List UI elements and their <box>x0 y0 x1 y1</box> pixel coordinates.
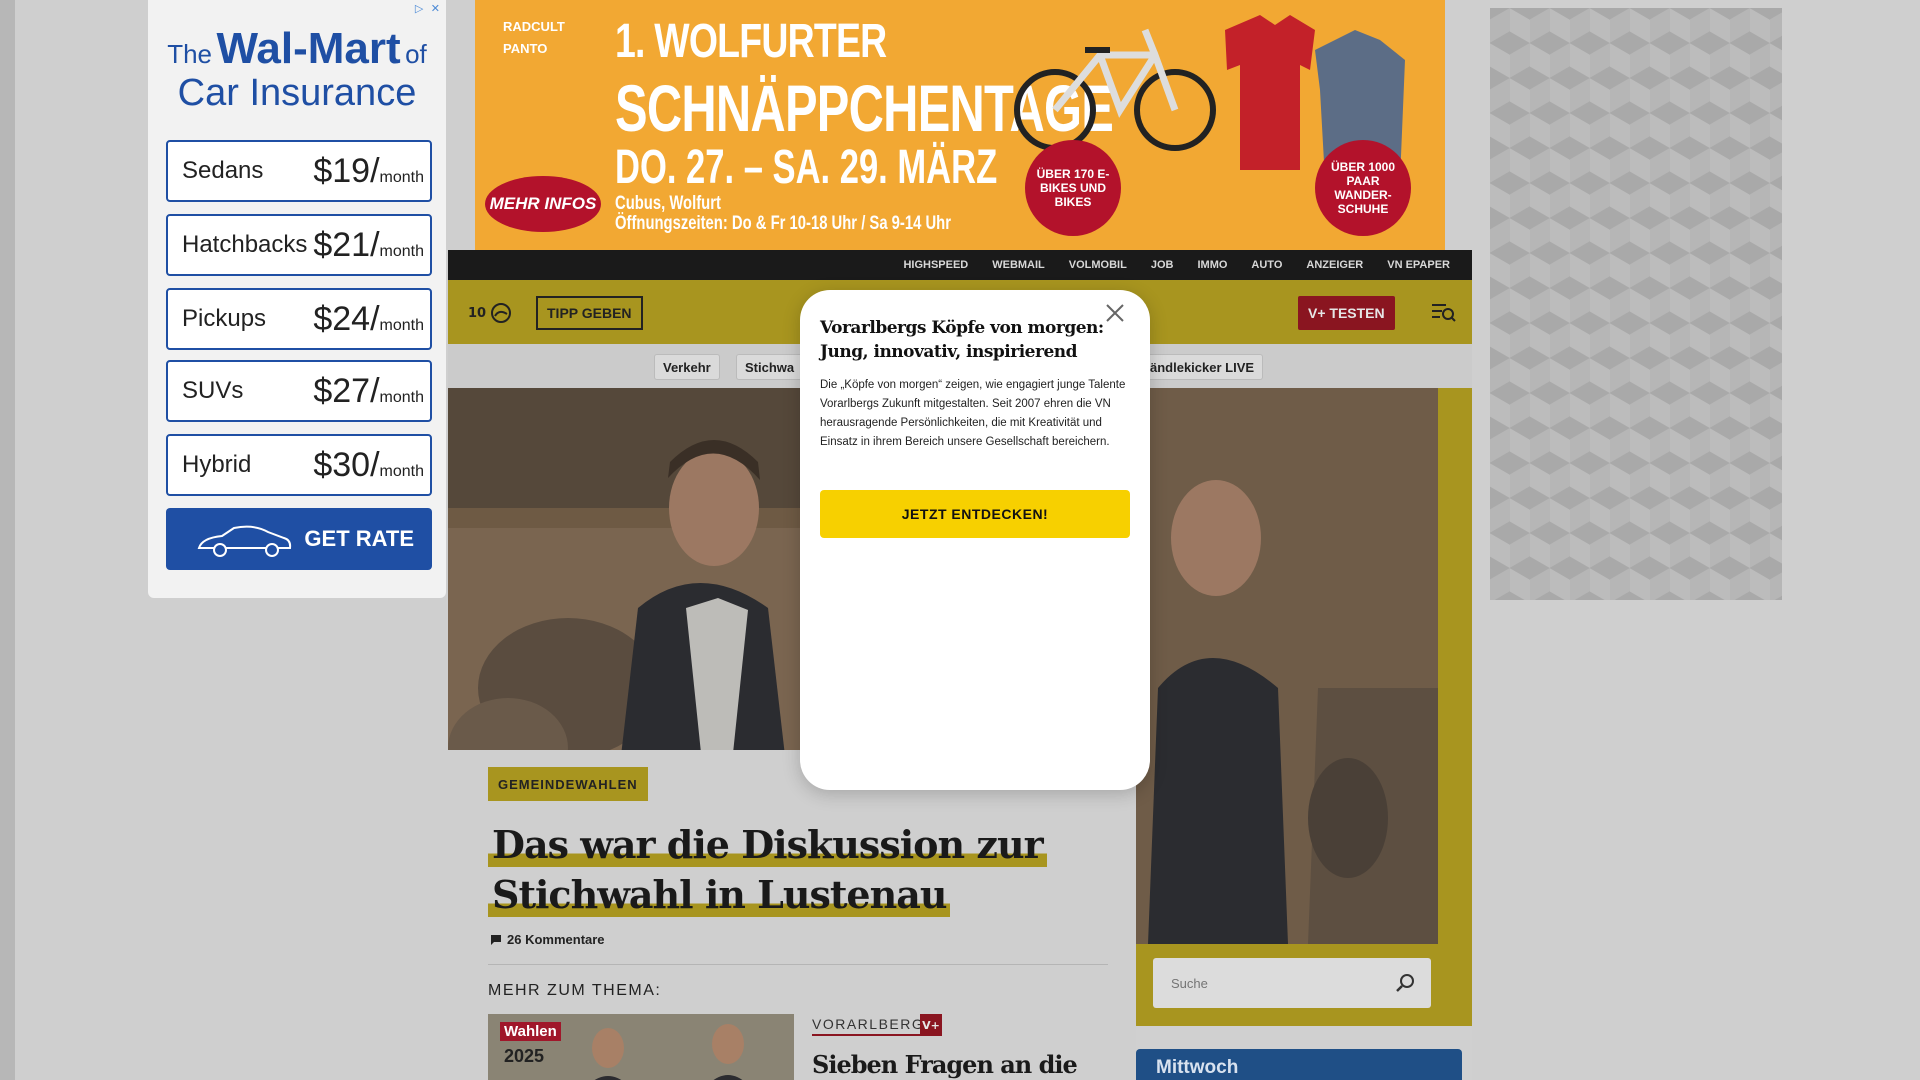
mehr-infos-button[interactable]: MEHR INFOS <box>485 176 601 232</box>
nav-anzeiger[interactable]: ANZEIGER <box>1294 259 1375 271</box>
nav-webmail[interactable]: WEBMAIL <box>980 259 1057 271</box>
vplus-badge: V+ <box>920 1014 942 1036</box>
price-unit: month <box>379 242 424 260</box>
price-unit: month <box>379 316 424 334</box>
weather-icon <box>491 303 512 323</box>
comments-count: 26 Kommentare <box>507 932 605 947</box>
ad-line-3: DO. 27. – SA. 29. MÄRZ <box>615 141 998 194</box>
price-unit: month <box>379 462 424 480</box>
price-row-hatchbacks[interactable]: Hatchbacks $21/month <box>166 214 432 276</box>
menu-search-icon[interactable] <box>1430 300 1456 324</box>
thumb-wahlen-label: Wahlen <box>500 1022 561 1041</box>
ebike-image <box>1014 28 1216 151</box>
weather-temperature: 10 <box>468 305 487 321</box>
ad-headline-pre: The <box>167 39 213 69</box>
nav-immo[interactable]: IMMO <box>1185 259 1239 271</box>
headline-line-1: Das war die Diskussion zur <box>488 822 1047 867</box>
weather-widget[interactable]: 10 <box>468 302 512 324</box>
weather-teaser[interactable]: Mittwoch <box>1136 1049 1462 1080</box>
section-divider <box>488 964 1108 965</box>
price-category: Sedans <box>182 157 264 184</box>
topic-chip-laendlekicker[interactable]: ändlekicker LIVE <box>1141 354 1264 380</box>
ad-badge-shoes: ÜBER 1000 PAAR WANDER-SCHUHE <box>1315 140 1411 236</box>
related-title[interactable]: Sieben Fragen an die <box>812 1050 1078 1079</box>
sidebar-search <box>1153 958 1431 1008</box>
ad-headline-brand: Wal-Mart <box>216 24 401 73</box>
nav-auto[interactable]: AUTO <box>1239 259 1294 271</box>
price-amount: $24/ <box>313 299 380 338</box>
category-tag[interactable]: GEMEINDEWAHLEN <box>488 767 648 801</box>
ad-location-name: Cubus, Wolfurt <box>615 193 721 214</box>
thumb-people-image <box>592 1024 744 1080</box>
modal-title: Vorarlbergs Köpfe von morgen: Jung, inno… <box>820 318 1104 362</box>
ad-brand-logos: RADCULT PANTO <box>503 16 565 60</box>
promo-modal: Vorarlbergs Köpfe von morgen: Jung, inno… <box>800 290 1150 790</box>
article-teaser: GEMEINDEWAHLEN Das war die Diskussion zu… <box>448 750 1136 1080</box>
ad-line-1: 1. WOLFURTER <box>615 15 887 68</box>
price-amount: $21/ <box>313 225 380 264</box>
headline-line-2: Stichwahl in Lustenau <box>488 872 951 917</box>
ad-hours: Öffnungszeiten: Do & Fr 10-18 Uhr / Sa 9… <box>615 213 951 234</box>
right-sidebar-ad[interactable] <box>1490 8 1782 600</box>
ad-headline: The Wal-Mart of Car Insurance <box>148 24 446 115</box>
ad-badge-ebikes: ÜBER 170 E-BIKES UND BIKES <box>1025 140 1121 236</box>
panto-logo: PANTO <box>503 41 548 56</box>
nav-vn-epaper[interactable]: VN EPAPER <box>1375 259 1462 271</box>
topic-chip-verkehr[interactable]: Verkehr <box>654 354 720 380</box>
price-row-hybrid[interactable]: Hybrid $30/month <box>166 434 432 496</box>
price-category: Hatchbacks <box>182 231 308 258</box>
price-amount: $19/ <box>313 151 380 190</box>
top-banner-ad[interactable]: RADCULT PANTO 1. WOLFURTER SCHNÄPPCHENTA… <box>475 0 1445 250</box>
price-amount: $30/ <box>313 445 380 484</box>
comments-link[interactable]: 26 Kommentare <box>490 932 605 947</box>
topic-chip-stichwahl[interactable]: Stichwa <box>736 354 804 380</box>
price-category: Pickups <box>182 305 267 332</box>
get-rate-button[interactable]: GET RATE <box>166 508 432 570</box>
price-unit: month <box>379 388 424 406</box>
price-category: Hybrid <box>182 451 252 478</box>
service-nav: HIGHSPEED WEBMAIL VOLMOBIL JOB IMMO AUTO… <box>448 250 1472 280</box>
get-rate-label: GET RATE <box>304 526 414 551</box>
thumb-year-label: 2025 <box>504 1046 545 1066</box>
article-headline[interactable]: Das war die Diskussion zur Stichwahl in … <box>488 820 1048 920</box>
price-row-sedans[interactable]: Sedans $19/month <box>166 140 432 202</box>
adchoices-icon[interactable]: ▷ ✕ <box>415 2 442 15</box>
price-amount: $27/ <box>313 371 380 410</box>
nav-highspeed[interactable]: HIGHSPEED <box>891 259 980 271</box>
vplus-testen-button[interactable]: V+ TESTEN <box>1298 296 1395 330</box>
left-sidebar-ad[interactable]: ▷ ✕ The Wal-Mart of Car Insurance Sedans… <box>148 0 446 598</box>
radcult-logo: RADCULT <box>503 19 565 34</box>
price-category: SUVs <box>182 377 244 404</box>
search-input[interactable] <box>1153 958 1383 1008</box>
related-thumbnail[interactable]: Wahlen 2025 <box>488 1014 794 1080</box>
related-category[interactable]: VORARLBERG <box>812 1016 925 1036</box>
price-row-pickups[interactable]: Pickups $24/month <box>166 288 432 350</box>
more-on-topic-label: MEHR ZUM THEMA: <box>488 982 662 999</box>
nav-volmobil[interactable]: VOLMOBIL <box>1057 259 1139 271</box>
jetzt-entdecken-button[interactable]: JETZT ENTDECKEN! <box>820 490 1130 538</box>
ad-headline-line2: Car Insurance <box>177 72 417 114</box>
car-icon <box>197 525 292 557</box>
ad-headline-mid: of <box>405 39 427 69</box>
ad-location: Cubus, Wolfurt Öffnungszeiten: Do & Fr 1… <box>615 194 951 234</box>
modal-body: Die „Köpfe von morgen“ zeigen, wie engag… <box>820 379 1126 448</box>
tipp-geben-button[interactable]: TIPP GEBEN <box>536 296 643 330</box>
price-unit: month <box>379 168 424 186</box>
comment-icon <box>491 934 501 945</box>
search-icon[interactable] <box>1395 973 1415 993</box>
nav-job[interactable]: JOB <box>1139 259 1186 271</box>
price-row-suvs[interactable]: SUVs $27/month <box>166 360 432 422</box>
